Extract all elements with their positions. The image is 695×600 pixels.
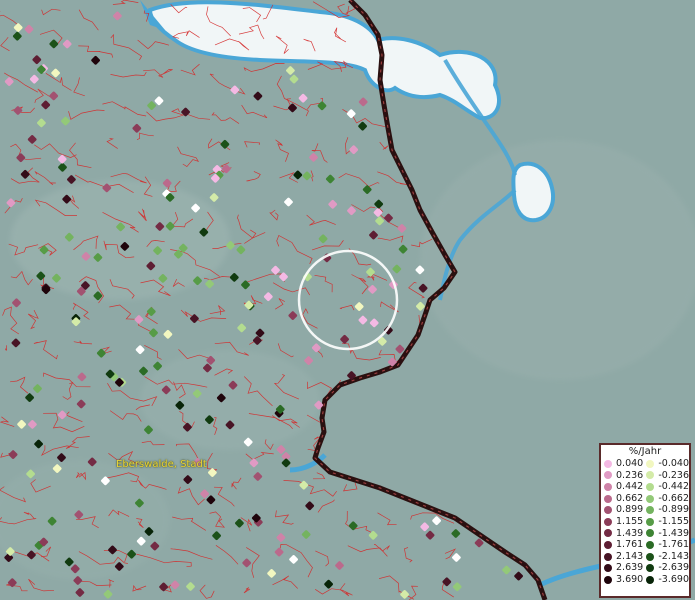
legend-swatch: [604, 517, 612, 526]
legend-value: -0.899: [658, 504, 689, 516]
legend-row: 1.155 -1.155: [604, 516, 689, 528]
legend-value: -0.662: [658, 492, 689, 504]
legend-entry-negative: -1.761: [646, 539, 689, 551]
legend-entry-negative: -3.690: [646, 574, 689, 586]
legend-title: %/Jahr: [628, 446, 662, 457]
legend-row: 1.439 -1.439: [604, 528, 689, 540]
legend-entry-positive: 2.143: [604, 551, 646, 563]
legend-value: 3.690: [616, 573, 644, 585]
legend-swatch: [646, 575, 655, 584]
legend-swatch: [604, 506, 612, 515]
legend-value: -0.040: [658, 458, 689, 469]
legend-value: -1.155: [658, 515, 689, 527]
legend-row: 2.143 -2.143: [604, 551, 689, 563]
legend-row: 0.040 -0.040: [604, 458, 689, 470]
legend-rows: 0.040 -0.040 0.236 -0.236 0.442 -0.442 0.662 -0…: [601, 458, 689, 586]
legend-value: 1.439: [616, 527, 644, 539]
legend-swatch: [646, 517, 655, 526]
legend-entry-negative: -0.442: [646, 481, 689, 493]
legend-swatch: [604, 471, 612, 480]
legend-value: -0.236: [658, 469, 689, 481]
legend-entry-positive: 3.690: [604, 574, 646, 586]
legend-entry-negative: -0.040: [646, 458, 689, 470]
legend-entry-positive: 1.155: [604, 516, 646, 528]
legend-swatch: [646, 529, 655, 538]
legend-value: 1.761: [616, 539, 644, 551]
legend: %/Jahr 0.040 -0.040 0.236 -0.236 0.442 -0.442…: [599, 443, 691, 598]
legend-swatch: [646, 494, 655, 503]
legend-value: 0.040: [616, 458, 644, 469]
legend-entry-positive: 2.639: [604, 562, 646, 574]
legend-entry-positive: 1.439: [604, 528, 646, 540]
legend-entry-negative: -1.439: [646, 528, 689, 540]
legend-entry-positive: 1.761: [604, 539, 646, 551]
legend-swatch: [604, 575, 612, 584]
legend-row: 0.899 -0.899: [604, 504, 689, 516]
legend-swatch: [604, 494, 612, 503]
legend-value: 0.899: [616, 504, 644, 516]
legend-swatch: [646, 506, 655, 515]
place-label-eberswalde: Eberswalde, Stadt: [116, 459, 207, 470]
legend-entry-positive: 0.236: [604, 470, 646, 482]
legend-value: 0.442: [616, 481, 644, 493]
legend-swatch: [604, 540, 612, 549]
legend-value: 0.236: [616, 469, 644, 481]
legend-entry-negative: -0.236: [646, 470, 689, 482]
legend-swatch: [604, 529, 612, 538]
legend-swatch: [646, 540, 655, 549]
legend-row: 0.236 -0.236: [604, 470, 689, 482]
legend-entry-negative: -0.662: [646, 493, 689, 505]
legend-entry-positive: 0.899: [604, 504, 646, 516]
legend-swatch: [646, 564, 655, 573]
legend-entry-positive: 0.662: [604, 493, 646, 505]
legend-entry-negative: -1.155: [646, 516, 689, 528]
legend-swatch: [646, 552, 655, 561]
legend-swatch: [646, 482, 655, 491]
legend-entry-negative: -2.143: [646, 551, 689, 563]
legend-value: 2.639: [616, 562, 644, 574]
legend-swatch: [604, 482, 612, 491]
legend-entry-negative: -2.639: [646, 562, 689, 574]
legend-value: -1.761: [658, 539, 689, 551]
legend-swatch: [604, 552, 612, 561]
legend-swatch: [604, 459, 612, 468]
legend-row: 0.662 -0.662: [604, 493, 689, 505]
lake-east: [511, 161, 555, 223]
legend-value: -3.690: [658, 573, 689, 585]
legend-row: 3.690 -3.690: [604, 574, 689, 586]
legend-value: -0.442: [658, 481, 689, 493]
legend-swatch: [646, 471, 655, 480]
legend-row: 2.639 -2.639: [604, 562, 689, 574]
legend-value: 1.155: [616, 515, 644, 527]
legend-value: 2.143: [616, 550, 644, 562]
legend-swatch: [604, 564, 612, 573]
legend-row: 0.442 -0.442: [604, 481, 689, 493]
legend-value: 0.662: [616, 492, 644, 504]
legend-value: -1.439: [658, 527, 689, 539]
legend-entry-positive: 0.040: [604, 458, 646, 470]
legend-entry-negative: -0.899: [646, 504, 689, 516]
legend-entry-positive: 0.442: [604, 481, 646, 493]
map-canvas[interactable]: [0, 0, 695, 600]
legend-value: -2.143: [658, 550, 689, 562]
legend-row: 1.761 -1.761: [604, 539, 689, 551]
legend-value: -2.639: [658, 562, 689, 574]
legend-swatch: [646, 459, 655, 468]
